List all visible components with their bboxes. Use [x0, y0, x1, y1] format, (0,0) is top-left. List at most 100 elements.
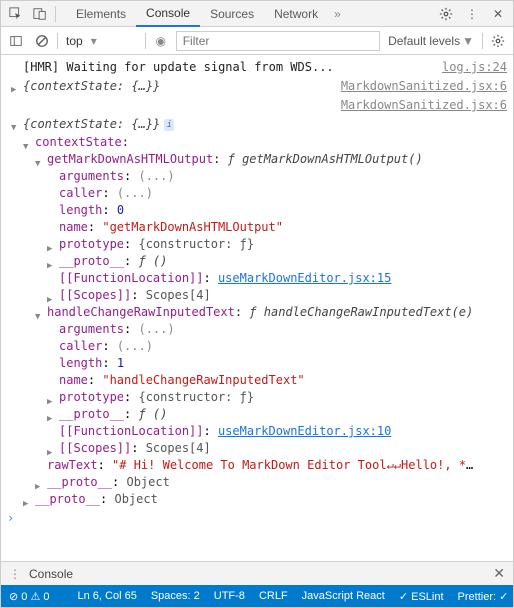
inspect-icon[interactable] [5, 3, 27, 25]
status-encoding[interactable]: UTF-8 [214, 590, 245, 602]
property-value: ƒ () [138, 407, 167, 421]
property-name[interactable]: [[Scopes]] [59, 441, 131, 455]
console-output: [HMR] Waiting for update signal from WDS… [1, 55, 513, 561]
source-link[interactable]: log.js:24 [434, 59, 507, 76]
property-name[interactable]: contextState [35, 135, 122, 149]
log-message: [HMR] Waiting for update signal from WDS… [23, 59, 434, 76]
property-value: "handleChangeRawInputedText" [102, 373, 304, 387]
status-eslint[interactable]: ✓ ESLint [399, 590, 444, 603]
status-cursor[interactable]: Ln 6, Col 65 [78, 590, 137, 602]
property-value: {constructor: ƒ} [138, 390, 254, 404]
collapse-icon[interactable]: ▼ [35, 156, 45, 173]
property-value: Scopes[4] [146, 441, 211, 455]
divider [55, 6, 56, 22]
collapse-icon[interactable]: ▼ [23, 139, 33, 156]
log-row: [HMR] Waiting for update signal from WDS… [1, 58, 513, 77]
status-spaces[interactable]: Spaces: 2 [151, 590, 200, 602]
property-value: 1 [117, 356, 124, 370]
drawer-bar: ⋮ Console ✕ [1, 561, 513, 585]
collapse-icon[interactable]: ▼ [11, 120, 21, 137]
property-value[interactable]: (...) [117, 186, 153, 200]
property-value: Object [114, 492, 157, 506]
tab-console[interactable]: Console [136, 1, 200, 27]
log-levels-selector[interactable]: Default levels▼ [384, 34, 478, 48]
divider [145, 33, 146, 49]
log-row: ▶ {contextState: {…}} MarkdownSanitized.… [1, 77, 513, 96]
expand-icon[interactable]: ▶ [47, 394, 57, 411]
drawer-title[interactable]: Console [29, 567, 485, 581]
settings-icon[interactable] [435, 3, 457, 25]
function-preview: ƒ handleChangeRawInputedText(e) [249, 305, 473, 319]
tab-sources[interactable]: Sources [200, 2, 264, 26]
property-name[interactable]: handleChangeRawInputedText [47, 305, 235, 319]
property-value[interactable]: (...) [138, 322, 174, 336]
location-link[interactable]: useMarkDownEditor.jsx:10 [218, 424, 391, 438]
property-name[interactable]: [[Scopes]] [59, 288, 131, 302]
property-name: length [59, 203, 102, 217]
sidebar-toggle-icon[interactable] [5, 30, 27, 52]
property-name: length [59, 356, 102, 370]
property-name[interactable]: prototype [59, 237, 124, 251]
expand-icon[interactable]: ▶ [23, 496, 33, 513]
object-preview[interactable]: {contextState: {…}} [23, 78, 333, 95]
property-name: arguments [59, 322, 124, 336]
property-name[interactable]: __proto__ [59, 254, 124, 268]
property-value: "# Hi! Welcome To MarkDown Editor Tool↵↵… [112, 458, 477, 472]
status-prettier[interactable]: Prettier: ✓ [458, 590, 509, 603]
property-name[interactable]: getMarkDownAsHTMLOutput [47, 152, 213, 166]
property-name: name [59, 220, 88, 234]
property-value[interactable]: (...) [138, 169, 174, 183]
expand-icon[interactable]: ▶ [47, 258, 57, 275]
collapse-icon[interactable]: ▼ [35, 309, 45, 326]
property-name: caller [59, 186, 102, 200]
tab-network[interactable]: Network [264, 2, 328, 26]
source-link[interactable]: MarkdownSanitized.jsx:6 [333, 78, 507, 95]
property-name[interactable]: __proto__ [35, 492, 100, 506]
drawer-menu-icon[interactable]: ⋮ [9, 567, 21, 581]
panel-tabs: Elements Console Sources Network » [66, 1, 433, 27]
status-errors[interactable]: ⊘ 0 ⚠ 0 [9, 590, 50, 603]
devtools-toolbar: Elements Console Sources Network » ⋮ ✕ [1, 1, 513, 27]
property-name: [[FunctionLocation]] [59, 424, 204, 438]
context-caret-icon[interactable]: ▾ [91, 34, 97, 48]
close-devtools-icon[interactable]: ✕ [487, 3, 509, 25]
property-name: arguments [59, 169, 124, 183]
source-link[interactable]: MarkdownSanitized.jsx:6 [333, 97, 507, 114]
property-name[interactable]: prototype [59, 390, 124, 404]
expand-icon[interactable]: ▶ [47, 411, 57, 428]
context-selector[interactable]: top [62, 34, 87, 48]
property-name[interactable]: __proto__ [47, 475, 112, 489]
tab-elements[interactable]: Elements [66, 2, 136, 26]
object-preview[interactable]: {contextState: {…}}i [23, 116, 507, 133]
status-eol[interactable]: CRLF [259, 590, 288, 602]
property-name: caller [59, 339, 102, 353]
property-name[interactable]: __proto__ [59, 407, 124, 421]
divider [57, 33, 58, 49]
property-value[interactable]: (...) [117, 339, 153, 353]
property-value: "getMarkDownAsHTMLOutput" [102, 220, 283, 234]
log-row: ▼ {contextState: {…}}i [1, 115, 513, 134]
editor-statusbar: ⊘ 0 ⚠ 0 Ln 6, Col 65 Spaces: 2 UTF-8 CRL… [1, 585, 513, 607]
menu-icon[interactable]: ⋮ [461, 3, 483, 25]
console-settings-icon[interactable] [487, 30, 509, 52]
info-badge-icon[interactable]: i [164, 119, 174, 131]
console-prompt[interactable]: › [1, 508, 513, 529]
object-tree: ▼contextState: ▼getMarkDownAsHTMLOutput:… [1, 134, 513, 508]
live-expression-icon[interactable]: ◉ [150, 30, 172, 52]
drawer-close-icon[interactable]: ✕ [493, 565, 505, 582]
filter-input[interactable] [176, 31, 380, 51]
property-value: {constructor: ƒ} [138, 237, 254, 251]
expand-icon[interactable]: ▶ [47, 241, 57, 258]
property-value: Scopes[4] [146, 288, 211, 302]
more-tabs-icon[interactable]: » [328, 3, 347, 25]
property-value: 0 [117, 203, 124, 217]
console-subbar: top ▾ ◉ Default levels▼ [1, 27, 513, 55]
status-language[interactable]: JavaScript React [302, 590, 385, 602]
location-link[interactable]: useMarkDownEditor.jsx:15 [218, 271, 391, 285]
divider [482, 33, 483, 49]
clear-console-icon[interactable] [31, 30, 53, 52]
function-preview: ƒ getMarkDownAsHTMLOutput() [228, 152, 423, 166]
property-value: ƒ () [138, 254, 167, 268]
property-name: name [59, 373, 88, 387]
device-toggle-icon[interactable] [29, 3, 51, 25]
